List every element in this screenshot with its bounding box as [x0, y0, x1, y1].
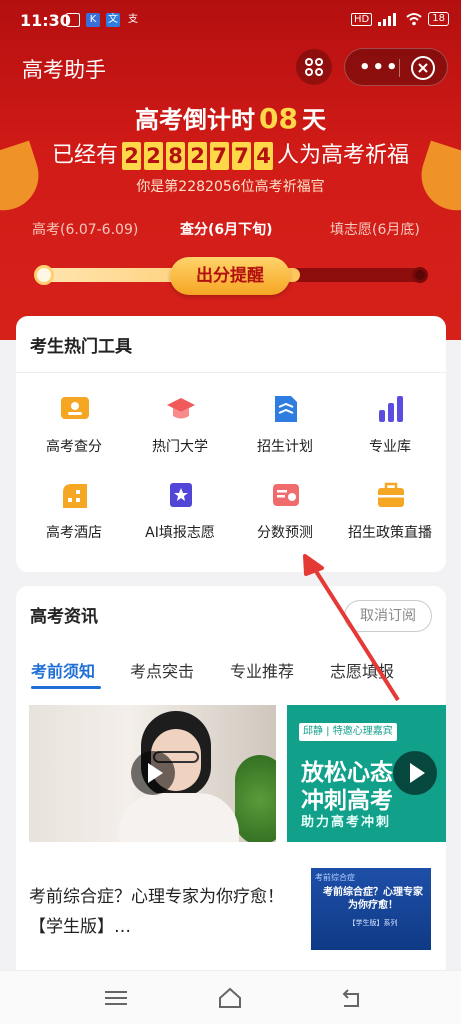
- ai-scroll-icon: [170, 483, 192, 507]
- more-button[interactable]: •••: [359, 57, 400, 78]
- battery-icon: 18: [428, 12, 449, 26]
- countdown-days: 08: [259, 102, 298, 135]
- alipay-icon: 支: [128, 14, 138, 25]
- tool-score-query[interactable]: 高考查分: [20, 394, 128, 464]
- video-card-speaker[interactable]: [29, 705, 276, 842]
- play-icon[interactable]: [131, 751, 175, 795]
- play-icon[interactable]: [393, 751, 437, 795]
- plant-decoration: [235, 755, 276, 842]
- thumb-header: 考前综合症: [315, 873, 355, 882]
- close-button[interactable]: [411, 56, 435, 80]
- countdown-suffix: 天: [301, 106, 326, 134]
- tool-label: 招生计划: [257, 439, 313, 455]
- tab-application[interactable]: 志愿填报: [330, 658, 394, 682]
- tool-label: 高考酒店: [46, 525, 102, 541]
- countdown-prefix: 高考倒计时: [135, 106, 256, 134]
- tool-label: 分数预测: [257, 525, 313, 541]
- status-bar: 11:30 K 文 支 HD 18: [0, 0, 461, 40]
- tool-enrollment-plan[interactable]: 招生计划: [231, 394, 339, 464]
- hotel-building-icon: [63, 484, 87, 508]
- app-bar: 高考助手 •••: [0, 44, 461, 90]
- tool-ai-application[interactable]: AI填报志愿: [126, 480, 234, 550]
- app-k-icon: K: [86, 13, 100, 27]
- unsubscribe-button[interactable]: 取消订阅: [344, 600, 432, 632]
- system-nav-bar: [0, 970, 461, 1024]
- tool-hot-universities[interactable]: 热门大学: [126, 394, 234, 464]
- tab-scroll-fade: [416, 652, 446, 682]
- notification-icon: [66, 13, 80, 27]
- blessing-digit: 7: [232, 142, 251, 170]
- tool-policy-live[interactable]: 招生政策直播: [336, 480, 444, 550]
- plan-document-icon: [275, 396, 297, 422]
- blessing-digit: 2: [188, 142, 207, 170]
- blessing-digit: 2: [144, 142, 163, 170]
- status-indicators: HD 18: [351, 12, 449, 26]
- tab-key-points[interactable]: 考点突击: [130, 658, 194, 682]
- stage-fill-application: 填志愿(6月底): [330, 222, 420, 238]
- speaker-body: [119, 793, 239, 842]
- mini-program-capsule: •••: [344, 48, 448, 86]
- active-tab-indicator: [31, 686, 101, 689]
- blessing-digit: 7: [210, 142, 229, 170]
- timeline-start-dot: [34, 265, 54, 285]
- video-subline: 助力高考冲刺: [301, 815, 392, 830]
- tool-label: 高考查分: [46, 439, 102, 455]
- tool-label: 热门大学: [152, 439, 208, 455]
- menu-icon[interactable]: [103, 985, 129, 1011]
- tool-score-prediction[interactable]: 分数预测: [231, 480, 339, 550]
- prediction-certificate-icon: [273, 484, 299, 506]
- hd-icon: HD: [351, 12, 373, 26]
- blessing-prefix: 已经有: [51, 143, 118, 168]
- hot-tools-card: 考生热门工具 高考查分 热门大学 招生计划 专业库 高考酒店 AI填报志愿 分数…: [16, 316, 446, 572]
- blessing-digit: 2: [122, 142, 141, 170]
- hot-tools-title: 考生热门工具: [30, 337, 132, 357]
- graduation-cap-icon: [167, 398, 195, 419]
- card-divider: [16, 372, 446, 373]
- scan-button[interactable]: [296, 49, 332, 85]
- score-card-icon: [61, 397, 89, 419]
- score-reminder-button[interactable]: 出分提醒: [170, 257, 290, 295]
- tab-exam-notes[interactable]: 考前须知: [31, 658, 95, 682]
- blessing-digit: 8: [166, 142, 185, 170]
- bar-chart-icon: [379, 396, 403, 422]
- tool-label: 专业库: [369, 439, 411, 455]
- article-title[interactable]: 考前综合症？心理专家为你疗愈！【学生版】…: [29, 882, 289, 942]
- countdown-banner: 高考倒计时 08 天: [0, 100, 461, 135]
- tool-exam-hotel[interactable]: 高考酒店: [20, 480, 128, 550]
- blessing-suffix: 人为高考祈福: [277, 143, 410, 168]
- exam-news-card: 高考资讯 取消订阅 考前须知 考点突击 专业推荐 志愿填报 邱静 | 特邀心理嘉…: [16, 586, 446, 976]
- video-speaker-tag: 邱静 | 特邀心理嘉宾: [299, 723, 397, 741]
- video-headline-2: 冲刺高考: [301, 788, 393, 814]
- status-time: 11:30: [20, 11, 71, 30]
- blessing-rank: 你是第2282056位高考祈福官: [136, 179, 325, 195]
- thumb-subtitle: 【学生版】系列: [348, 919, 398, 927]
- translate-icon: 文: [106, 13, 120, 27]
- thumb-title: 考前综合症？心理专家为你疗愈！: [323, 887, 423, 911]
- tool-label: AI填报志愿: [145, 525, 215, 541]
- back-icon[interactable]: [338, 985, 364, 1011]
- briefcase-icon: [378, 482, 404, 507]
- stage-exam: 高考(6.07-6.09): [32, 222, 139, 238]
- timeline-end-dot: [412, 267, 428, 283]
- signal-icon: [378, 13, 397, 26]
- tool-label: 招生政策直播: [348, 525, 432, 541]
- wifi-icon: [406, 13, 422, 26]
- stage-score-query: 查分(6月下旬): [180, 222, 273, 238]
- scan-icon: [305, 58, 323, 76]
- app-screen: 11:30 K 文 支 HD 18 高考助手 ••• 高考倒计时 08 天 已经…: [0, 0, 461, 1024]
- news-title: 高考资讯: [30, 607, 98, 627]
- tab-major-recommend[interactable]: 专业推荐: [230, 658, 294, 682]
- exam-timeline: 高考(6.07-6.09) 查分(6月下旬) 填志愿(6月底): [0, 219, 461, 241]
- tool-major-library[interactable]: 专业库: [336, 394, 444, 464]
- blessing-digits: 2 2 8 2 7 7 4: [122, 142, 273, 170]
- blessing-counter: 已经有 2 2 8 2 7 7 4 人为高考祈福: [0, 137, 461, 170]
- article-thumbnail[interactable]: 考前综合症 考前综合症？心理专家为你疗愈！ 【学生版】系列: [311, 868, 431, 950]
- blessing-digit: 4: [254, 142, 273, 170]
- app-title: 高考助手: [22, 58, 106, 82]
- capsule-divider: [399, 59, 400, 77]
- hero-banner: 11:30 K 文 支 HD 18 高考助手 ••• 高考倒计时 08 天 已经…: [0, 0, 461, 340]
- video-card-relax[interactable]: 邱静 | 特邀心理嘉宾 放松心态 冲刺高考 助力高考冲刺: [287, 705, 446, 842]
- close-icon: [418, 63, 428, 73]
- home-icon[interactable]: [217, 985, 243, 1011]
